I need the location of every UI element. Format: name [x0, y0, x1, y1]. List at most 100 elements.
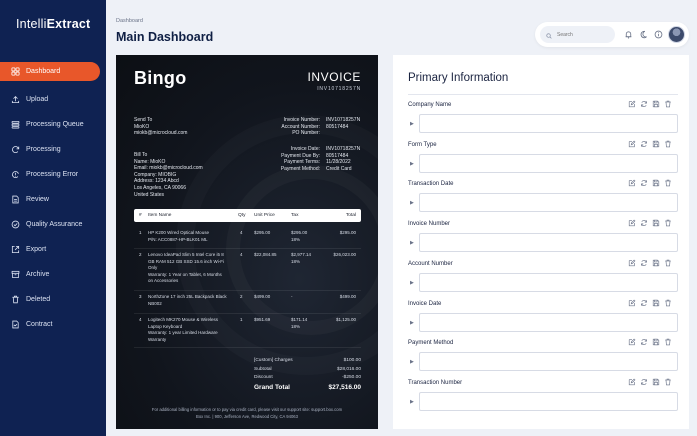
moon-icon[interactable]	[639, 30, 648, 39]
save-icon[interactable]	[652, 299, 660, 307]
sidebar-item-export[interactable]: Export	[0, 237, 106, 262]
save-icon[interactable]	[652, 259, 660, 267]
edit-icon[interactable]	[628, 179, 636, 187]
delete-icon[interactable]	[664, 259, 672, 267]
invoice-footer-address: Box Inc. | 900, Jefferson Ave, Redwood C…	[196, 414, 298, 419]
delete-icon[interactable]	[664, 179, 672, 187]
invoice-brand: Bingo	[134, 68, 187, 88]
expand-caret-icon[interactable]: ▶	[410, 359, 414, 365]
upload-icon	[11, 95, 20, 104]
bill-to-line: United States	[134, 191, 165, 198]
col-item-name: Item Name	[148, 213, 172, 218]
logo-bold-text: Extract	[46, 17, 91, 31]
row-divider	[134, 313, 361, 314]
totals-label: Subtotal	[254, 366, 272, 372]
item-total: $295.00	[339, 230, 356, 235]
delete-icon[interactable]	[664, 299, 672, 307]
sidebar-item-quality-assurance[interactable]: Quality Assurance	[0, 212, 106, 237]
sidebar-item-label: Dashboard	[26, 68, 61, 75]
payment-method-input[interactable]	[419, 352, 678, 372]
item-number: 1	[139, 230, 142, 235]
sidebar-item-dashboard[interactable]: Dashboard	[0, 62, 100, 81]
save-icon[interactable]	[652, 100, 660, 108]
refresh-icon[interactable]	[640, 299, 648, 307]
refresh-icon[interactable]	[640, 140, 648, 148]
item-total: $1,125.00	[335, 317, 356, 322]
transaction-number-input[interactable]	[419, 391, 678, 411]
sidebar-item-review[interactable]: Review	[0, 187, 106, 212]
expand-caret-icon[interactable]: ▶	[410, 280, 414, 286]
delete-icon[interactable]	[664, 100, 672, 108]
item-name: Lenovo IdeaPad Slim 5 Intel Core i5 8 GB …	[148, 252, 234, 285]
company-name-input[interactable]	[419, 114, 678, 133]
sidebar-item-processing[interactable]: Processing	[0, 137, 106, 162]
meta-label: Invoice Number:	[283, 117, 320, 123]
invoice-date-input[interactable]	[419, 312, 678, 332]
expand-caret-icon[interactable]: ▶	[410, 399, 414, 405]
field-actions	[628, 140, 672, 148]
save-icon[interactable]	[652, 378, 660, 386]
item-name: HP K200 Wired Optical Mouse P/N: ACC0887-…	[148, 230, 234, 243]
invoice-number-input[interactable]	[419, 233, 678, 253]
edit-icon[interactable]	[628, 378, 636, 386]
edit-icon[interactable]	[628, 299, 636, 307]
delete-icon[interactable]	[664, 140, 672, 148]
delete-icon[interactable]	[664, 219, 672, 227]
item-tax-line: 18%	[291, 323, 301, 329]
edit-icon[interactable]	[628, 100, 636, 108]
breadcrumb[interactable]: Dashboard	[116, 18, 143, 24]
row-divider	[134, 248, 361, 249]
save-icon[interactable]	[652, 219, 660, 227]
item-name-line: NorthZone 17 inch 25L Backpack Black	[148, 294, 227, 299]
sidebar-item-contract[interactable]: Contract	[0, 312, 106, 337]
sidebar-item-deleted[interactable]: Deleted	[0, 287, 106, 312]
item-name: Logitech MK270 Mouse & Wireless Laptop Ke…	[148, 317, 234, 343]
item-unit-price: $295.00	[254, 230, 271, 235]
expand-caret-icon[interactable]: ▶	[410, 320, 414, 326]
bell-icon[interactable]	[624, 30, 633, 39]
bill-to-line: Los Angeles, CA 90066	[134, 184, 186, 191]
refresh-icon[interactable]	[640, 219, 648, 227]
sidebar-item-processing-error[interactable]: Processing Error	[0, 162, 106, 187]
refresh-icon[interactable]	[640, 100, 648, 108]
save-icon[interactable]	[652, 140, 660, 148]
save-icon[interactable]	[652, 179, 660, 187]
edit-icon[interactable]	[628, 338, 636, 346]
sidebar-item-processing-queue[interactable]: Processing Queue	[0, 112, 106, 137]
edit-icon[interactable]	[628, 140, 636, 148]
field-label: Account Number	[408, 260, 453, 267]
save-icon[interactable]	[652, 338, 660, 346]
edit-icon[interactable]	[628, 219, 636, 227]
expand-caret-icon[interactable]: ▶	[410, 200, 414, 206]
field-actions	[628, 378, 672, 386]
refresh-icon[interactable]	[640, 378, 648, 386]
sidebar-item-archive[interactable]: Archive	[0, 262, 106, 287]
sidebar-item-label: Review	[26, 196, 49, 203]
error-icon	[11, 170, 20, 179]
sidebar-item-label: Processing Error	[26, 171, 79, 178]
app-logo[interactable]: IntelliExtract	[16, 17, 90, 31]
avatar[interactable]	[668, 26, 685, 43]
item-tax: $2,977.14 18%	[291, 252, 311, 265]
sidebar-item-upload[interactable]: Upload	[0, 87, 106, 112]
edit-icon[interactable]	[628, 259, 636, 267]
item-qty: 1	[240, 317, 243, 322]
grand-total-label: Grand Total	[254, 384, 290, 391]
info-icon[interactable]	[654, 30, 663, 39]
delete-icon[interactable]	[664, 338, 672, 346]
form-type-input[interactable]	[419, 153, 678, 173]
refresh-icon[interactable]	[640, 259, 648, 267]
refresh-icon[interactable]	[640, 338, 648, 346]
item-total: $499.00	[339, 294, 356, 299]
search-input[interactable]	[557, 31, 615, 38]
transaction-date-input[interactable]	[419, 193, 678, 213]
refresh-icon[interactable]	[640, 179, 648, 187]
meta-label: Payment Due By:	[281, 152, 320, 159]
search-box[interactable]	[540, 26, 615, 43]
expand-caret-icon[interactable]: ▶	[410, 240, 414, 246]
account-number-input[interactable]	[419, 272, 678, 292]
item-name-line: Logitech MK270 Mouse & Wireless	[148, 317, 219, 322]
expand-caret-icon[interactable]: ▶	[410, 121, 414, 127]
expand-caret-icon[interactable]: ▶	[410, 161, 414, 167]
delete-icon[interactable]	[664, 378, 672, 386]
